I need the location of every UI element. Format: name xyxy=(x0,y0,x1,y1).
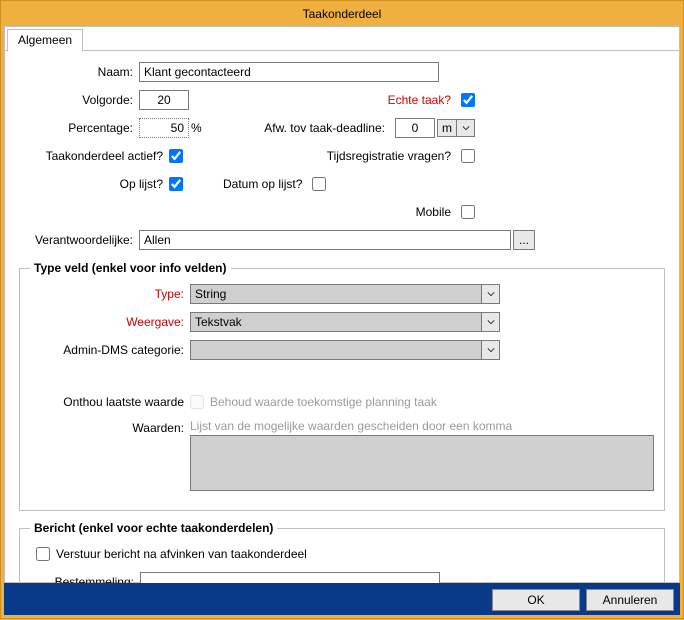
percent-sign: % xyxy=(191,121,202,135)
admin-dms-label: Admin-DMS categorie: xyxy=(30,343,190,357)
oplijst-label: Op lijst? xyxy=(19,177,169,191)
typeveld-legend: Type veld (enkel voor info velden) xyxy=(30,261,231,275)
type-dropdown-button[interactable] xyxy=(482,284,500,304)
mobile-checkbox[interactable] xyxy=(461,205,475,219)
deadline-unit-dropdown-button[interactable] xyxy=(457,119,475,137)
afw-deadline-input[interactable] xyxy=(395,118,435,138)
tijdsregistratie-label: Tijdsregistratie vragen? xyxy=(327,149,457,163)
admin-dms-select[interactable] xyxy=(190,340,482,360)
datum-oplijst-label: Datum op lijst? xyxy=(223,177,308,191)
weergave-dropdown-button[interactable] xyxy=(482,312,500,332)
percentage-label: Percentage: xyxy=(19,121,139,135)
chevron-down-icon xyxy=(487,346,495,354)
ellipsis-icon: ... xyxy=(519,233,529,247)
datum-oplijst-checkbox[interactable] xyxy=(312,177,326,191)
behoud-label: Behoud waarde toekomstige planning taak xyxy=(210,395,437,409)
chevron-down-icon xyxy=(487,290,495,298)
afw-deadline-label: Afw. tov taak-deadline: xyxy=(264,121,391,135)
tab-strip: Algemeen xyxy=(5,27,679,51)
echte-taak-checkbox[interactable] xyxy=(461,93,475,107)
bottombar: OK Annuleren xyxy=(4,585,680,615)
waarden-textarea xyxy=(190,435,654,491)
type-select[interactable]: String xyxy=(190,284,482,304)
waarden-hint: Lijst van de mogelijke waarden gescheide… xyxy=(190,419,654,433)
actief-label: Taakonderdeel actief? xyxy=(19,149,169,163)
dialog-content: Algemeen Naam: Volgorde: Echte taak? Per… xyxy=(4,26,680,583)
onthou-label: Onthou laatste waarde xyxy=(30,395,190,409)
waarden-label: Waarden: xyxy=(30,419,190,435)
percentage-input[interactable] xyxy=(139,118,189,138)
verstuur-checkbox[interactable] xyxy=(36,547,50,561)
admin-dms-dropdown-button[interactable] xyxy=(482,340,500,360)
verantwoordelijke-label: Verantwoordelijke: xyxy=(19,233,139,247)
window-title: Taakonderdeel xyxy=(1,1,683,27)
echte-taak-label: Echte taak? xyxy=(388,93,457,107)
verstuur-label: Verstuur bericht na afvinken van taakond… xyxy=(56,547,307,561)
actief-checkbox[interactable] xyxy=(169,149,183,163)
onthou-checkbox xyxy=(190,395,204,409)
mobile-label: Mobile xyxy=(416,205,457,219)
weergave-select[interactable]: Tekstvak xyxy=(190,312,482,332)
deadline-unit-select[interactable]: m xyxy=(437,119,457,137)
volgorde-label: Volgorde: xyxy=(19,93,139,107)
type-label: Type: xyxy=(30,287,190,301)
volgorde-input[interactable] xyxy=(139,90,189,110)
cancel-button[interactable]: Annuleren xyxy=(586,589,674,611)
weergave-label: Weergave: xyxy=(30,315,190,329)
tab-general[interactable]: Algemeen xyxy=(7,29,83,52)
tab-panel-general: Naam: Volgorde: Echte taak? Percentage: … xyxy=(5,51,679,620)
chevron-down-icon xyxy=(487,318,495,326)
bericht-legend: Bericht (enkel voor echte taakonderdelen… xyxy=(30,521,277,535)
naam-input[interactable] xyxy=(139,62,439,82)
typeveld-fieldset: Type veld (enkel voor info velden) Type:… xyxy=(19,261,665,511)
verantwoordelijke-browse-button[interactable]: ... xyxy=(513,230,535,250)
chevron-down-icon xyxy=(462,124,470,132)
oplijst-checkbox[interactable] xyxy=(169,177,183,191)
naam-label: Naam: xyxy=(19,65,139,79)
verantwoordelijke-input[interactable] xyxy=(139,230,511,250)
tijdsregistratie-checkbox[interactable] xyxy=(461,149,475,163)
ok-button[interactable]: OK xyxy=(492,589,580,611)
